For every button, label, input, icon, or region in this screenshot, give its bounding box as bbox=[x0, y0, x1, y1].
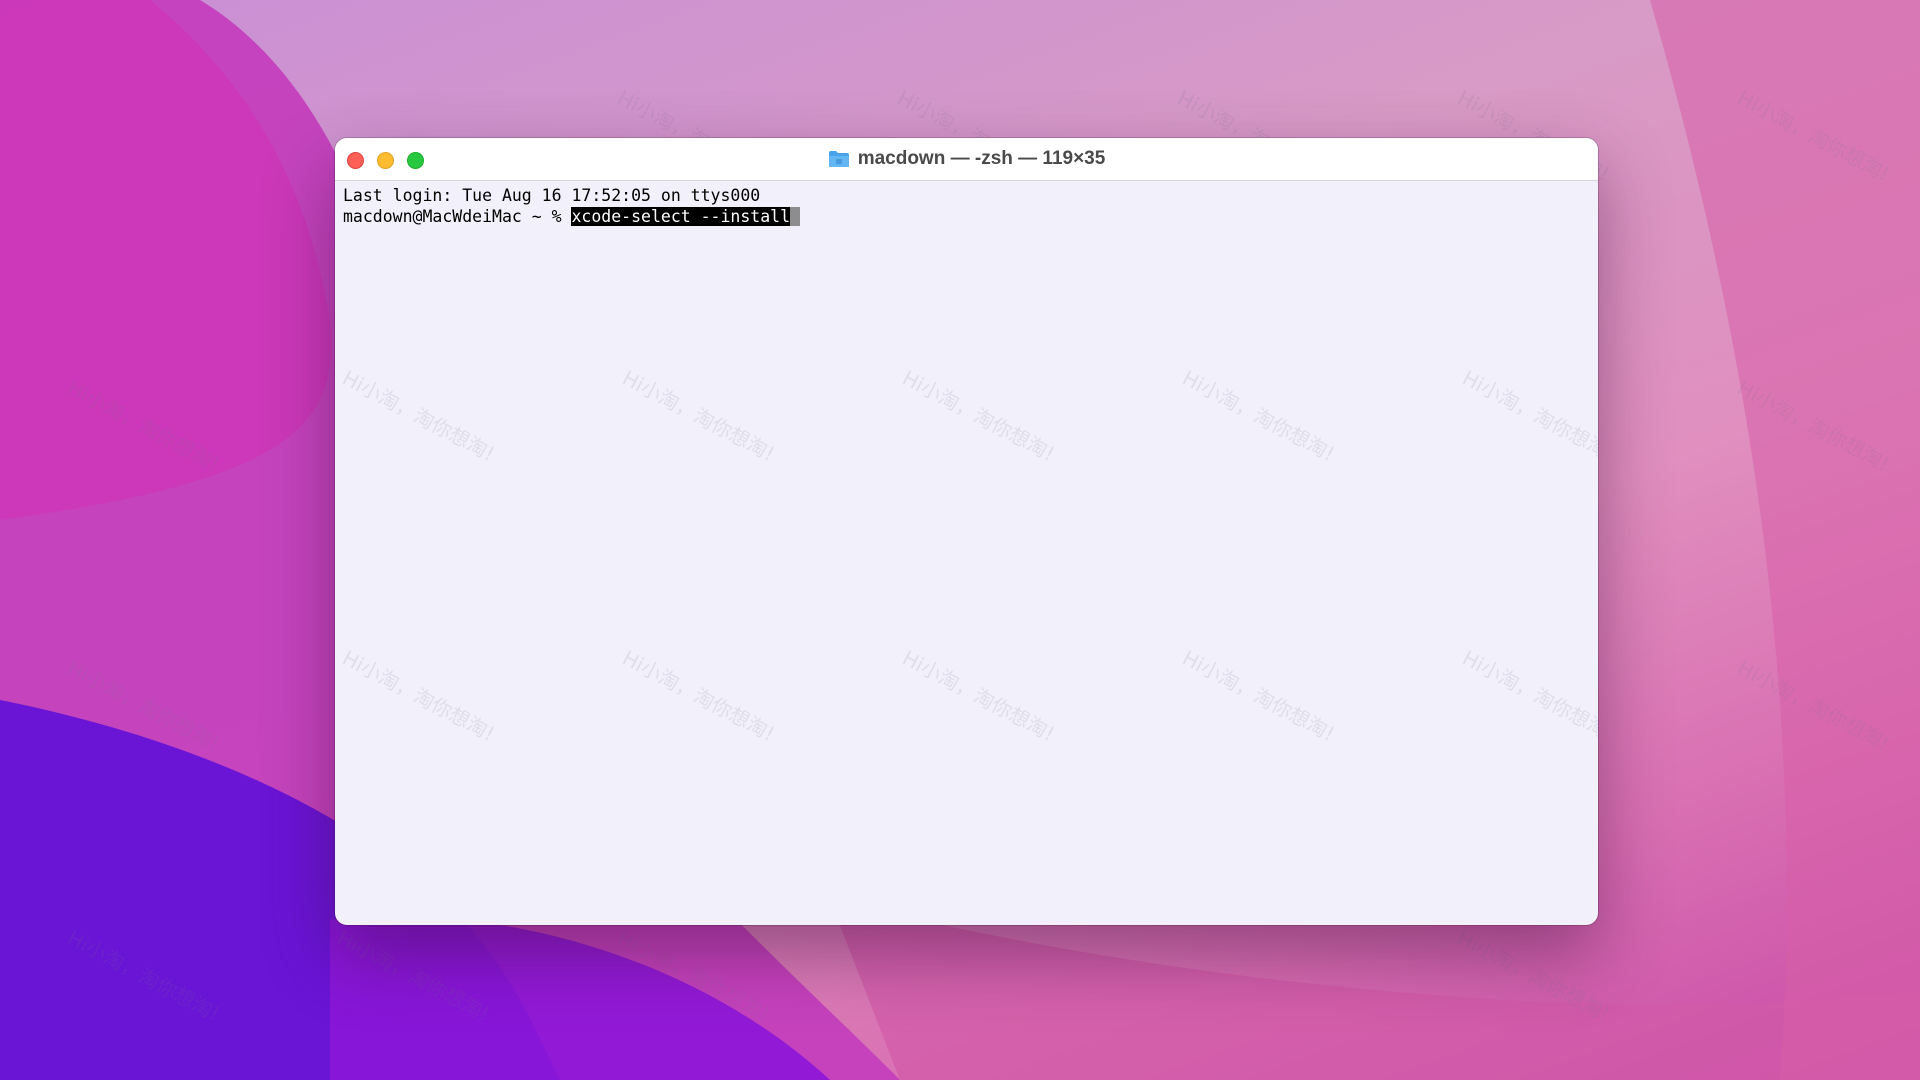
watermark: Hi小淘，淘你想淘! bbox=[333, 925, 494, 1027]
watermark: Hi小淘，淘你想淘! bbox=[613, 925, 774, 1027]
wallpaper-shape-right bbox=[1650, 0, 1920, 1080]
title-bar[interactable]: macdown — -zsh — 119×35 bbox=[335, 138, 1598, 181]
window-title: macdown — -zsh — 119×35 bbox=[857, 148, 1106, 169]
watermark: Hi小淘，淘你想淘! bbox=[1733, 655, 1894, 757]
last-login-line: Last login: Tue Aug 16 17:52:05 on ttys0… bbox=[343, 186, 761, 205]
wallpaper-shape-bottom-right bbox=[830, 900, 1920, 1080]
watermark: Hi小淘，淘你想淘! bbox=[63, 375, 224, 477]
terminal-content[interactable]: Last login: Tue Aug 16 17:52:05 on ttys0… bbox=[335, 181, 1598, 925]
watermark: Hi小淘，淘你想淘! bbox=[63, 655, 224, 757]
text-cursor bbox=[790, 207, 801, 226]
wallpaper-shape-left-top bbox=[0, 0, 332, 520]
prompt-line[interactable]: macdown@MacWdeiMac ~ % xcode-select --in… bbox=[343, 206, 1590, 227]
watermark: Hi小淘，淘你想淘! bbox=[1733, 85, 1894, 187]
watermark: Hi小淘，淘你想淘! bbox=[1453, 925, 1614, 1027]
shell-prompt: macdown@MacWdeiMac ~ % bbox=[343, 207, 572, 226]
folder-icon bbox=[828, 151, 849, 167]
watermark: Hi小淘，淘你想淘! bbox=[1733, 375, 1894, 477]
terminal-window[interactable]: macdown — -zsh — 119×35 Last login: Tue … bbox=[335, 138, 1598, 925]
wallpaper-shape-lower-mid bbox=[330, 916, 830, 1080]
desktop: Hi小淘，淘你想淘! Hi小淘，淘你想淘! Hi小淘，淘你想淘! Hi小淘，淘你… bbox=[0, 0, 1920, 1080]
watermark: Hi小淘，淘你想淘! bbox=[63, 925, 224, 1027]
selected-command[interactable]: xcode-select --install bbox=[571, 207, 791, 226]
window-title-group: macdown — -zsh — 119×35 bbox=[335, 138, 1598, 180]
